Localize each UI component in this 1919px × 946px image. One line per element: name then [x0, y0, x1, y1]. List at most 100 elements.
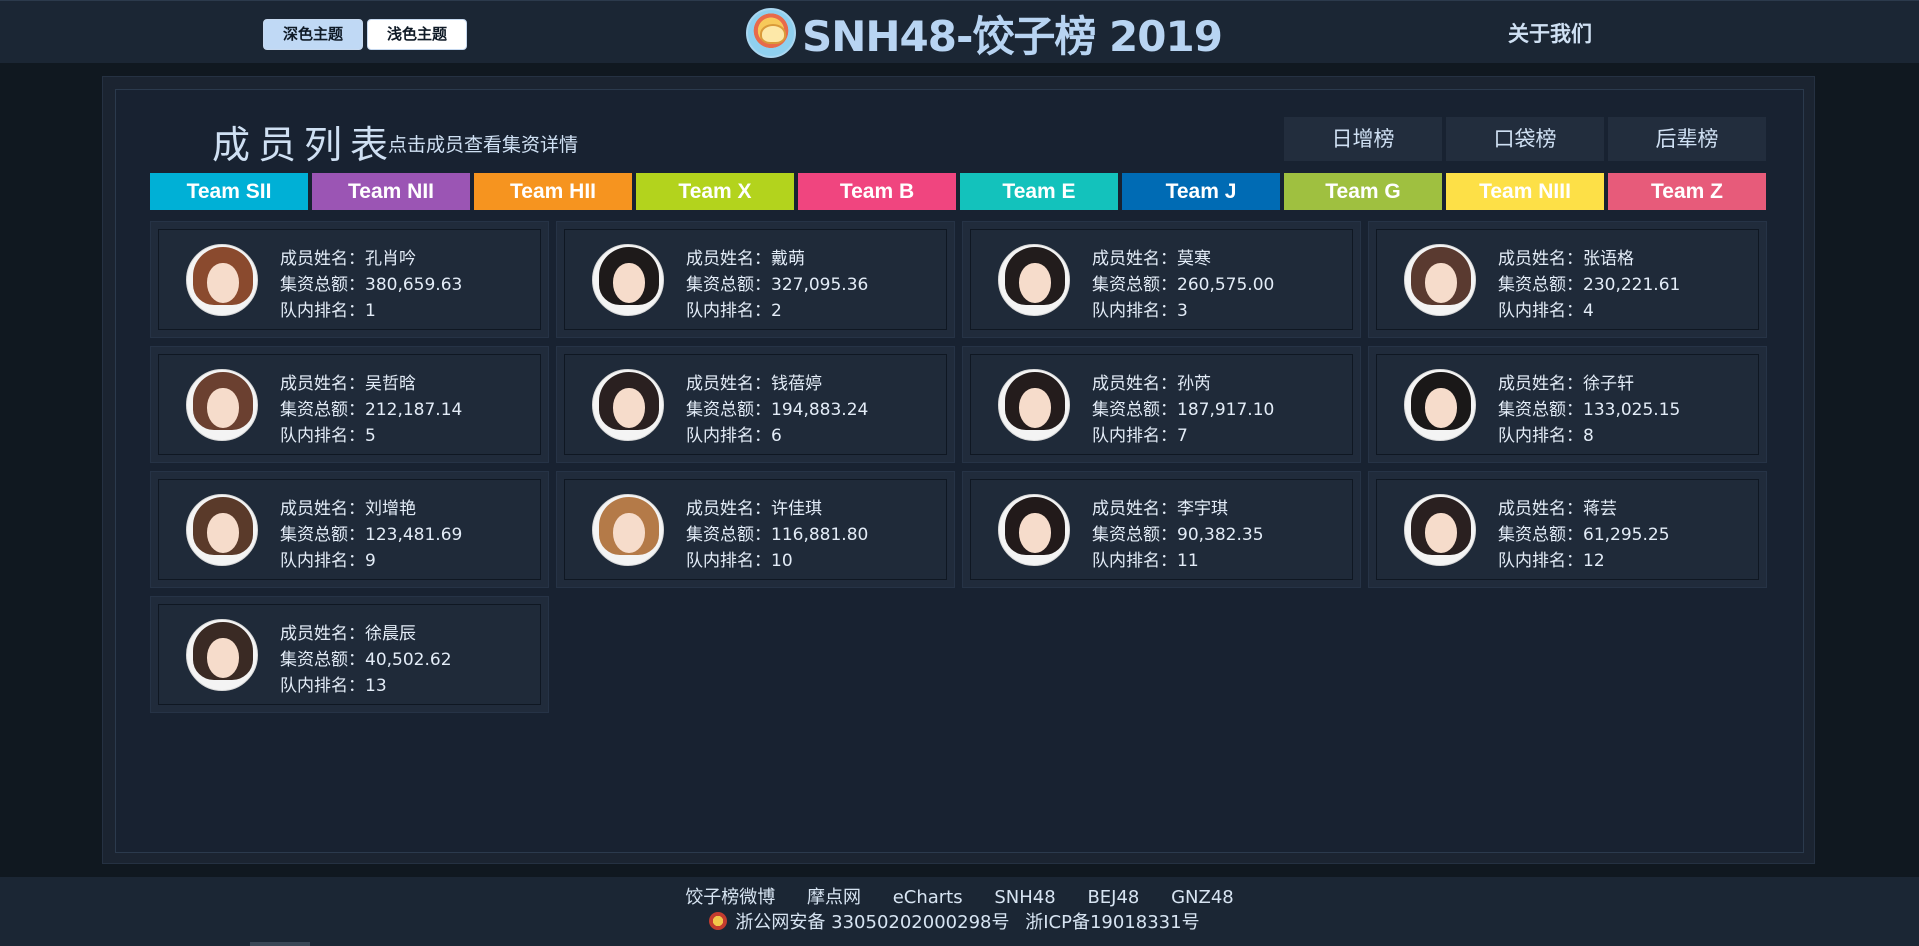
team-tab-team-g[interactable]: Team G: [1284, 173, 1442, 210]
member-card-body: 成员姓名：孙芮 集资总额：187,917.10 队内排名：7: [970, 354, 1353, 455]
member-total-row: 集资总额：260,575.00: [1092, 272, 1274, 298]
avatar: [1404, 244, 1476, 316]
dark-theme-button[interactable]: 深色主题: [263, 19, 363, 50]
member-rank-row: 队内排名：10: [686, 548, 868, 574]
about-us-link[interactable]: 关于我们: [1508, 18, 1592, 48]
member-total-label: 集资总额：: [280, 275, 365, 295]
member-rank-value: 1: [365, 301, 376, 321]
team-tab-team-sii[interactable]: Team SII: [150, 173, 308, 210]
member-card[interactable]: 成员姓名：刘增艳 集资总额：123,481.69 队内排名：9: [150, 471, 549, 588]
member-name-value: 许佳琪: [771, 499, 822, 519]
member-card[interactable]: 成员姓名：孙芮 集资总额：187,917.10 队内排名：7: [962, 346, 1361, 463]
member-rank-label: 队内排名：: [280, 301, 365, 321]
member-rank-label: 队内排名：: [1092, 426, 1177, 446]
member-card[interactable]: 成员姓名：徐子轩 集资总额：133,025.15 队内排名：8: [1368, 346, 1767, 463]
avatar: [998, 494, 1070, 566]
member-card-body: 成员姓名：莫寒 集资总额：260,575.00 队内排名：3: [970, 229, 1353, 330]
footer-records: 浙公网安备 33050202000298号 浙ICP备19018331号: [0, 908, 1919, 934]
footer-link-echarts[interactable]: eCharts: [893, 887, 963, 908]
team-tab-team-nii[interactable]: Team NII: [312, 173, 470, 210]
avatar: [186, 494, 258, 566]
member-rank-label: 队内排名：: [280, 426, 365, 446]
member-name-label: 成员姓名：: [1498, 499, 1583, 519]
member-name-row: 成员姓名：孔肖吟: [280, 246, 462, 272]
section-title: 成员列表: [212, 123, 397, 167]
avatar-face: [1425, 263, 1457, 303]
team-tab-team-hii[interactable]: Team HII: [474, 173, 632, 210]
avatar: [1404, 369, 1476, 441]
member-total-value: 133,025.15: [1583, 400, 1681, 420]
avatar-face: [1425, 388, 1457, 428]
police-record-link[interactable]: 浙公网安备 33050202000298号: [735, 912, 1009, 933]
footer-link-weibo[interactable]: 饺子榜微博: [685, 887, 775, 908]
member-card[interactable]: 成员姓名：莫寒 集资总额：260,575.00 队内排名：3: [962, 221, 1361, 338]
avatar-face: [207, 513, 239, 553]
member-card[interactable]: 成员姓名：蒋芸 集资总额：61,295.25 队内排名：12: [1368, 471, 1767, 588]
footer-link-modian[interactable]: 摩点网: [807, 887, 861, 908]
top-header: 深色主题 浅色主题 SNH48-饺子榜 2019 关于我们: [0, 0, 1919, 63]
icp-record-link[interactable]: 浙ICP备19018331号: [1025, 912, 1199, 933]
avatar-face: [1019, 388, 1051, 428]
junior-rank-button[interactable]: 后辈榜: [1608, 117, 1766, 161]
member-card-body: 成员姓名：孔肖吟 集资总额：380,659.63 队内排名：1: [158, 229, 541, 330]
member-name-label: 成员姓名：: [280, 499, 365, 519]
team-tab-team-j[interactable]: Team J: [1122, 173, 1280, 210]
police-badge-icon: [709, 912, 728, 930]
member-card[interactable]: 成员姓名：钱蓓婷 集资总额：194,883.24 队内排名：6: [556, 346, 955, 463]
member-rank-value: 12: [1583, 551, 1605, 571]
member-card[interactable]: 成员姓名：孔肖吟 集资总额：380,659.63 队内排名：1: [150, 221, 549, 338]
member-total-label: 集资总额：: [280, 525, 365, 545]
member-name-label: 成员姓名：: [1092, 499, 1177, 519]
team-tab-team-b[interactable]: Team B: [798, 173, 956, 210]
member-info: 成员姓名：刘增艳 集资总额：123,481.69 队内排名：9: [280, 496, 462, 574]
section-subtitle: 点击成员查看集资详情: [388, 134, 579, 156]
member-rank-row: 队内排名：1: [280, 298, 462, 324]
member-total-row: 集资总额：123,481.69: [280, 522, 462, 548]
member-name-label: 成员姓名：: [686, 499, 771, 519]
pocket-rank-button[interactable]: 口袋榜: [1446, 117, 1604, 161]
footer-link-snh48[interactable]: SNH48: [994, 887, 1055, 908]
member-total-row: 集资总额：194,883.24: [686, 397, 868, 423]
member-card[interactable]: 成员姓名：许佳琪 集资总额：116,881.80 队内排名：10: [556, 471, 955, 588]
avatar-face: [1019, 263, 1051, 303]
member-total-value: 380,659.63: [365, 275, 463, 295]
member-name-row: 成员姓名：莫寒: [1092, 246, 1274, 272]
member-card[interactable]: 成员姓名：张语格 集资总额：230,221.61 队内排名：4: [1368, 221, 1767, 338]
member-card[interactable]: 成员姓名：徐晨辰 集资总额：40,502.62 队内排名：13: [150, 596, 549, 713]
member-info: 成员姓名：许佳琪 集资总额：116,881.80 队内排名：10: [686, 496, 868, 574]
team-tab-team-x[interactable]: Team X: [636, 173, 794, 210]
member-rank-row: 队内排名：2: [686, 298, 868, 324]
member-card-body: 成员姓名：徐子轩 集资总额：133,025.15 队内排名：8: [1376, 354, 1759, 455]
brand[interactable]: SNH48-饺子榜 2019: [746, 7, 1223, 61]
team-tab-team-e[interactable]: Team E: [960, 173, 1118, 210]
member-rank-label: 队内排名：: [1498, 551, 1583, 571]
member-rank-label: 队内排名：: [1092, 301, 1177, 321]
member-card[interactable]: 成员姓名：吴哲晗 集资总额：212,187.14 队内排名：5: [150, 346, 549, 463]
member-name-row: 成员姓名：蒋芸: [1498, 496, 1670, 522]
member-name-row: 成员姓名：李宇琪: [1092, 496, 1264, 522]
member-name-label: 成员姓名：: [686, 374, 771, 394]
member-info: 成员姓名：徐子轩 集资总额：133,025.15 队内排名：8: [1498, 371, 1680, 449]
horizontal-scrollbar[interactable]: [250, 942, 310, 946]
member-total-label: 集资总额：: [1092, 275, 1177, 295]
team-tab-team-niii[interactable]: Team NIII: [1446, 173, 1604, 210]
member-total-row: 集资总额：90,382.35: [1092, 522, 1264, 548]
member-name-row: 成员姓名：钱蓓婷: [686, 371, 868, 397]
member-rank-value: 11: [1177, 551, 1199, 571]
footer-link-gnz48[interactable]: GNZ48: [1171, 887, 1234, 908]
avatar: [592, 369, 664, 441]
member-name-label: 成员姓名：: [280, 624, 365, 644]
member-total-value: 212,187.14: [365, 400, 463, 420]
avatar: [592, 494, 664, 566]
light-theme-button[interactable]: 浅色主题: [367, 19, 467, 50]
member-card[interactable]: 成员姓名：戴萌 集资总额：327,095.36 队内排名：2: [556, 221, 955, 338]
footer-link-bej48[interactable]: BEJ48: [1087, 887, 1139, 908]
team-tab-team-z[interactable]: Team Z: [1608, 173, 1766, 210]
member-total-label: 集资总额：: [686, 400, 771, 420]
member-name-label: 成员姓名：: [280, 374, 365, 394]
member-total-row: 集资总额：61,295.25: [1498, 522, 1670, 548]
member-total-value: 116,881.80: [771, 525, 869, 545]
member-card[interactable]: 成员姓名：李宇琪 集资总额：90,382.35 队内排名：11: [962, 471, 1361, 588]
daily-rank-button[interactable]: 日增榜: [1284, 117, 1442, 161]
member-rank-value: 6: [771, 426, 782, 446]
